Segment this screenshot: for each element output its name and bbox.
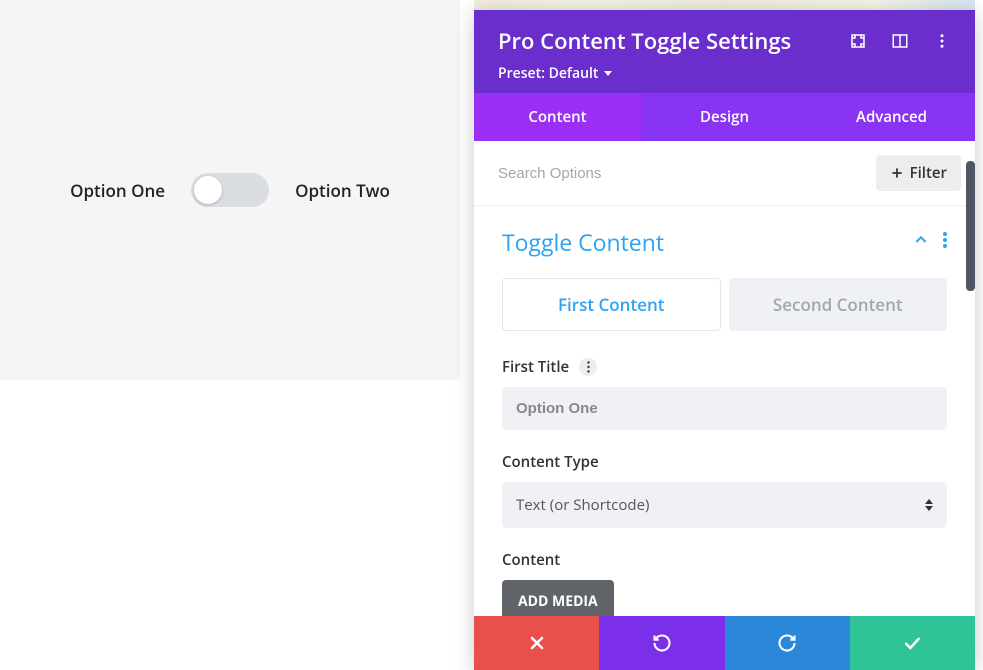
content-type-label: Content Type [502, 452, 599, 472]
expand-icon[interactable] [849, 32, 867, 50]
preview-option-two-label: Option Two [295, 179, 390, 202]
panel-header: Pro Content Toggle Settings Preset: Defa… [474, 10, 975, 93]
sub-tab-second-content[interactable]: Second Content [729, 278, 948, 331]
content-type-select[interactable]: Text (or Shortcode) [502, 482, 947, 528]
first-title-label: First Title [502, 357, 569, 377]
first-title-input[interactable] [502, 387, 947, 430]
filter-button[interactable]: Filter [876, 155, 961, 191]
search-input[interactable] [498, 165, 876, 182]
select-arrows-icon [925, 499, 933, 511]
columns-icon[interactable] [891, 32, 909, 50]
toggle-knob [194, 176, 222, 204]
content-section: Toggle Content First Content Second Cont… [474, 206, 975, 645]
preset-dropdown[interactable]: Preset: Default [498, 64, 612, 83]
main-tabs: Content Design Advanced [474, 93, 975, 141]
cancel-button[interactable] [474, 616, 599, 670]
confirm-button[interactable] [850, 616, 975, 670]
footer-actions [474, 616, 975, 670]
redo-button[interactable] [725, 616, 850, 670]
collapse-icon[interactable] [913, 231, 929, 253]
settings-panel: Pro Content Toggle Settings Preset: Defa… [474, 10, 975, 670]
content-type-value: Text (or Shortcode) [516, 495, 649, 515]
section-kebab-icon[interactable] [943, 231, 947, 253]
kebab-icon[interactable] [933, 32, 951, 50]
sub-tab-first-content[interactable]: First Content [502, 278, 721, 331]
toggle-switch[interactable] [191, 173, 269, 207]
search-bar: Filter [474, 141, 975, 206]
panel-title: Pro Content Toggle Settings [498, 26, 791, 56]
filter-button-label: Filter [910, 163, 947, 183]
first-title-options-icon[interactable] [579, 358, 597, 376]
preview-option-one-label: Option One [70, 179, 165, 202]
tab-design[interactable]: Design [641, 93, 808, 141]
preview-area: Option One Option Two [0, 0, 460, 380]
scrollbar[interactable] [966, 161, 975, 291]
tab-advanced[interactable]: Advanced [808, 93, 975, 141]
undo-button[interactable] [599, 616, 724, 670]
tab-content[interactable]: Content [474, 93, 641, 141]
background-map-hint [474, 0, 975, 10]
content-label: Content [502, 550, 560, 570]
section-title: Toggle Content [502, 226, 664, 258]
